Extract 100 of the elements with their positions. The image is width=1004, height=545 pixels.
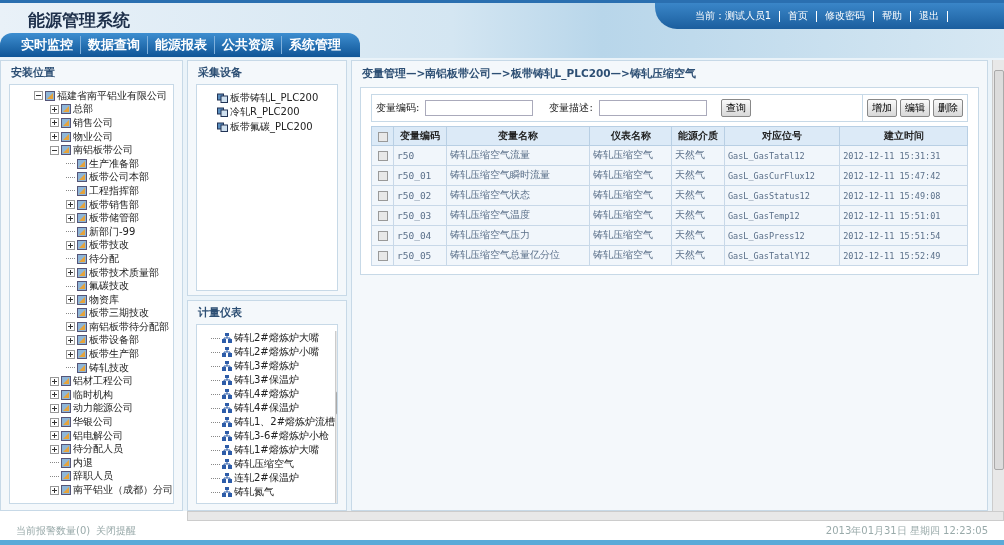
tree-node[interactable]: 南铝板带公司 [73,143,133,158]
folder-icon [61,457,71,468]
checkbox[interactable] [377,231,388,242]
tree-node[interactable]: 板带技术质量部 [89,265,159,280]
device-item[interactable]: 板带氟碳_PLC200 [230,120,313,134]
action-button[interactable]: 编辑 [900,99,930,117]
nav-tab[interactable]: 能源报表 [147,36,214,54]
checkbox[interactable] [377,151,388,162]
plus-icon[interactable] [66,322,75,332]
checkbox[interactable] [377,251,388,262]
tree-node[interactable]: 内退 [73,455,93,470]
header-link[interactable]: 修改密码 [825,9,865,23]
horizontal-scrollbar[interactable] [187,511,1004,521]
plus-icon[interactable] [66,295,75,305]
checkbox[interactable] [377,131,388,142]
plus-icon[interactable] [66,200,75,210]
plus-icon[interactable] [50,485,59,495]
device-item[interactable]: 冷轧R_PLC200 [230,105,300,120]
tree-node[interactable]: 工程指挥部 [89,183,139,198]
plus-icon[interactable] [50,390,59,400]
plus-icon[interactable] [50,376,59,386]
plus-icon[interactable] [50,431,59,441]
alarm-count: 当前报警数量(0) [16,523,91,538]
tree-node[interactable]: 板带销售部 [89,197,139,212]
tree-node[interactable]: 南平铝业（成都）分司 [73,483,173,497]
checkbox[interactable] [377,191,388,202]
folder-icon [61,104,71,115]
meter-item[interactable]: 铸轧3#保温炉 [234,373,299,387]
tree-node[interactable]: 华银公司 [73,415,113,430]
plus-icon[interactable] [66,240,75,250]
tree-node[interactable]: 板带公司本部 [89,170,149,185]
nav-tab[interactable]: 数据查询 [80,36,147,54]
meter-item[interactable]: 铸轧2#熔炼炉大嘴 [234,331,319,345]
meter-item[interactable]: 铸轧压缩空气 [234,457,294,471]
tree-node[interactable]: 物业公司 [73,129,113,144]
tree-node[interactable]: 板带设备部 [89,333,139,348]
tree-node[interactable]: 待分配人员 [73,442,123,457]
minus-icon[interactable] [34,91,43,101]
minus-icon[interactable] [50,145,59,155]
nav-tab[interactable]: 系统管理 [281,36,348,54]
input-field[interactable] [598,100,707,116]
plus-icon[interactable] [66,268,75,277]
plus-icon[interactable] [66,336,75,345]
tree-node[interactable]: 福建省南平铝业有限公司 [57,88,167,103]
plus-icon[interactable] [50,104,59,114]
plus-icon[interactable] [50,417,59,427]
action-button[interactable]: 增加 [867,99,897,117]
tree-node[interactable]: 物资库 [89,292,119,307]
tree-node[interactable]: 新部门-99 [89,224,136,239]
plus-icon[interactable] [50,403,59,413]
checkbox[interactable] [377,211,388,222]
tree-node[interactable]: 临时机构 [73,387,113,402]
tree-node[interactable]: 待分配 [89,251,119,266]
nav-tab[interactable]: 公共资源 [214,36,281,54]
plus-icon[interactable] [50,118,59,128]
folder-icon [77,321,87,332]
checkbox[interactable] [377,171,388,182]
tree-node[interactable]: 铸轧技改 [89,360,129,375]
query-button[interactable]: 查询 [720,99,751,117]
tree-node[interactable]: 氟碳技改 [89,279,129,294]
plus-icon[interactable] [66,213,75,223]
network-icon [222,361,232,371]
tree-node[interactable]: 板带储管部 [89,211,139,226]
folder-icon [77,362,87,373]
meter-item[interactable]: 铸轧1#熔炼炉大嘴 [234,443,319,457]
action-button[interactable]: 删除 [933,99,963,117]
network-icon [222,375,232,385]
folder-icon [77,294,87,305]
header-link[interactable]: 退出 [919,9,939,23]
input-field[interactable] [425,100,534,116]
meter-item[interactable]: 铸轧1、2#熔炼炉流槽 [234,415,336,429]
plus-icon[interactable] [50,132,59,142]
meter-item[interactable]: 铸轧3-6#熔炼炉小枪 [234,429,329,443]
meter-item[interactable]: 铸轧3#熔炼炉 [234,359,299,373]
tree-node[interactable]: 铝电解公司 [73,428,123,443]
folder-icon [61,444,71,455]
tree-node[interactable]: 销售公司 [73,116,113,130]
folder-icon [77,267,87,278]
tree-node[interactable]: 板带三期技改 [89,306,149,321]
tree-node[interactable]: 总部 [73,102,93,117]
tree-node[interactable]: 南铝板带待分配部 [89,319,169,334]
scrollbar[interactable] [992,60,1004,511]
tree-node[interactable]: 动力能源公司 [73,401,133,416]
meter-item[interactable]: 铸轧4#熔炼炉 [234,387,299,401]
plus-icon[interactable] [50,444,59,454]
device-item[interactable]: 板带铸轧L_PLC200 [230,90,319,105]
folder-icon [77,240,87,251]
tree-node[interactable]: 辞职人员 [73,469,113,484]
tree-node[interactable]: 板带生产部 [89,347,139,362]
plus-icon[interactable] [66,349,75,359]
header-link[interactable]: 帮助 [882,9,902,23]
meter-item[interactable]: 铸轧2#熔炼炉小嘴 [234,345,319,359]
meter-item[interactable]: 连轧2#保温炉 [234,471,299,485]
meter-item[interactable]: 铸轧4#保温炉 [234,401,299,415]
tree-node[interactable]: 铝材工程公司 [73,374,133,389]
tree-node[interactable]: 板带技改 [89,238,129,253]
tree-node[interactable]: 生产准备部 [89,156,139,171]
header-link[interactable]: 首页 [788,9,808,23]
meter-item[interactable]: 铸轧氮气 [234,485,274,499]
nav-tab[interactable]: 实时监控 [14,36,80,54]
